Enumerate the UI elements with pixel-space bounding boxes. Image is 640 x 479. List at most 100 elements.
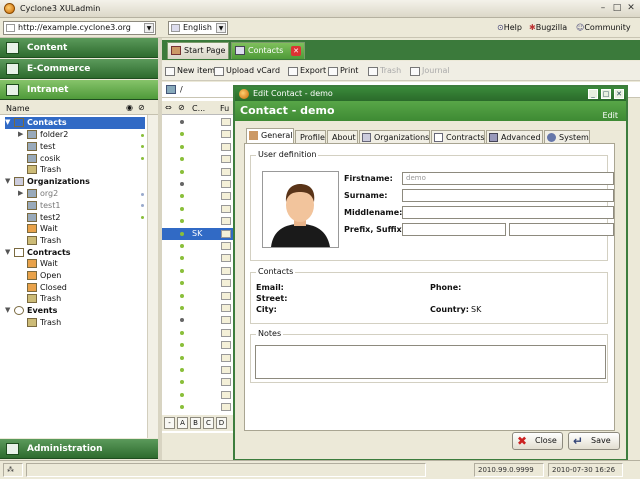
alpha-button-b[interactable]: B	[190, 417, 201, 429]
suffix-input[interactable]	[509, 223, 614, 236]
alpha-button-c[interactable]: C	[203, 417, 214, 429]
table-row[interactable]	[162, 178, 234, 190]
tree-item-test[interactable]: test	[27, 141, 55, 153]
tree-item-wait[interactable]: Wait	[27, 258, 58, 270]
tree-item-organizations[interactable]: ▼ Organizations	[5, 176, 90, 188]
tree-item-closed[interactable]: Closed	[27, 282, 67, 294]
section-ecommerce[interactable]: E-Commerce	[0, 59, 158, 79]
alpha-button-d[interactable]: D	[216, 417, 227, 429]
table-row[interactable]	[162, 290, 234, 302]
section-content[interactable]: Content	[0, 38, 158, 58]
minimize-icon[interactable]: _	[588, 89, 598, 99]
trash-button[interactable]: Trash	[368, 65, 401, 77]
prefix-input[interactable]	[402, 223, 506, 236]
section-administration[interactable]: Administration	[0, 439, 158, 459]
tree-item-contacts[interactable]: ▼ Contacts	[5, 117, 145, 129]
column-c-header[interactable]: C...	[192, 104, 205, 113]
alpha-button-a[interactable]: A	[177, 417, 188, 429]
edit-link[interactable]: Edit	[603, 106, 619, 126]
lock-icon[interactable]: ⊘	[138, 103, 145, 112]
maximize-icon[interactable]: □	[611, 3, 623, 14]
collapse-icon[interactable]: ▼	[5, 247, 10, 258]
table-row[interactable]	[162, 116, 234, 128]
table-row[interactable]	[162, 314, 234, 326]
tree-item-trash[interactable]: Trash	[27, 235, 61, 247]
collapse-icon[interactable]: ▼	[5, 305, 10, 316]
tree-item-test1[interactable]: test1	[27, 200, 60, 212]
visibility-icon[interactable]: ◉	[126, 103, 133, 112]
maximize-icon[interactable]: □	[601, 89, 611, 99]
table-row[interactable]	[162, 166, 234, 178]
tab-about[interactable]: About	[327, 130, 358, 144]
tab-start-page[interactable]: Start Page	[167, 42, 229, 59]
journal-button[interactable]: Journal	[410, 65, 450, 77]
tab-advanced[interactable]: Advanced	[486, 130, 543, 144]
language-select[interactable]: English ▼	[168, 21, 228, 35]
table-row[interactable]	[162, 215, 234, 227]
table-row[interactable]	[162, 265, 234, 277]
firstname-input[interactable]: demo	[402, 172, 614, 185]
middlename-input[interactable]	[402, 206, 614, 219]
table-row[interactable]	[162, 339, 234, 351]
contact-avatar[interactable]	[262, 171, 339, 248]
tab-contracts[interactable]: Contracts	[431, 130, 485, 144]
tab-system[interactable]: System	[544, 130, 590, 144]
save-button[interactable]: ↵ Save	[568, 432, 620, 450]
minimize-icon[interactable]: –	[597, 3, 609, 14]
tab-organizations[interactable]: Organizations	[359, 130, 430, 144]
collapse-icon[interactable]: ▼	[5, 117, 10, 128]
bugzilla-link[interactable]: ✱Bugzilla	[529, 23, 567, 32]
tab-profile[interactable]: Profile	[295, 130, 326, 144]
table-row[interactable]	[162, 128, 234, 140]
tree-item-test2[interactable]: test2	[27, 212, 60, 224]
table-row[interactable]	[162, 389, 234, 401]
table-row[interactable]	[162, 302, 234, 314]
upload-vcard-button[interactable]: Upload vCard	[214, 65, 280, 77]
tree-item-events[interactable]: ▼ Events	[5, 305, 57, 317]
tree-item-contracts[interactable]: ▼ Contracts	[5, 247, 71, 259]
table-row[interactable]	[162, 277, 234, 289]
tree-item-cosik[interactable]: cosik	[27, 153, 60, 165]
expand-icon[interactable]: ▶	[18, 129, 23, 140]
print-button[interactable]: Print	[328, 65, 358, 77]
table-row[interactable]	[162, 364, 234, 376]
surname-input[interactable]	[402, 189, 614, 202]
close-icon[interactable]: ✕	[614, 89, 624, 99]
tree-item-wait[interactable]: Wait	[27, 223, 58, 235]
new-item-button[interactable]: New item	[165, 65, 215, 77]
tab-contacts[interactable]: Contacts ✕	[231, 42, 305, 59]
tree-scrollbar[interactable]	[147, 115, 158, 438]
sort-icon[interactable]: ⇔	[165, 103, 172, 112]
chevron-down-icon[interactable]: ▼	[144, 23, 154, 33]
section-intranet[interactable]: Intranet	[0, 80, 158, 100]
table-row[interactable]	[162, 252, 234, 264]
chevron-down-icon[interactable]: ▼	[216, 23, 226, 33]
tab-general[interactable]: General	[246, 128, 294, 144]
lock-icon[interactable]: ⊘	[178, 103, 185, 112]
close-tab-icon[interactable]: ✕	[291, 46, 301, 56]
column-fu-header[interactable]: Fu	[220, 104, 229, 113]
community-link[interactable]: ☺Community	[576, 23, 631, 32]
table-row[interactable]	[162, 190, 234, 202]
table-row[interactable]	[162, 376, 234, 388]
table-row[interactable]	[162, 401, 234, 413]
table-row[interactable]	[162, 203, 234, 215]
table-row[interactable]	[162, 352, 234, 364]
help-link[interactable]: ⊙Help	[497, 23, 522, 32]
close-button[interactable]: ✖ Close	[512, 432, 563, 450]
tree-name-header[interactable]: Name	[6, 104, 30, 113]
tree-item-trash[interactable]: Trash	[27, 293, 61, 305]
table-row[interactable]	[162, 327, 234, 339]
tree-item-folder2[interactable]: ▶ folder2	[18, 129, 68, 141]
tree-item-open[interactable]: Open	[27, 270, 61, 282]
close-window-icon[interactable]: ✕	[625, 3, 637, 14]
tree-item-org2[interactable]: ▶ org2	[18, 188, 58, 200]
alpha-button-dash[interactable]: -	[164, 417, 175, 429]
collapse-icon[interactable]: ▼	[5, 176, 10, 187]
table-row[interactable]	[162, 240, 234, 252]
table-row[interactable]	[162, 141, 234, 153]
expand-icon[interactable]: ▶	[18, 188, 23, 199]
table-row[interactable]	[162, 153, 234, 165]
export-button[interactable]: Export	[288, 65, 326, 77]
url-combobox[interactable]: http://example.cyclone3.org ▼	[3, 21, 156, 35]
